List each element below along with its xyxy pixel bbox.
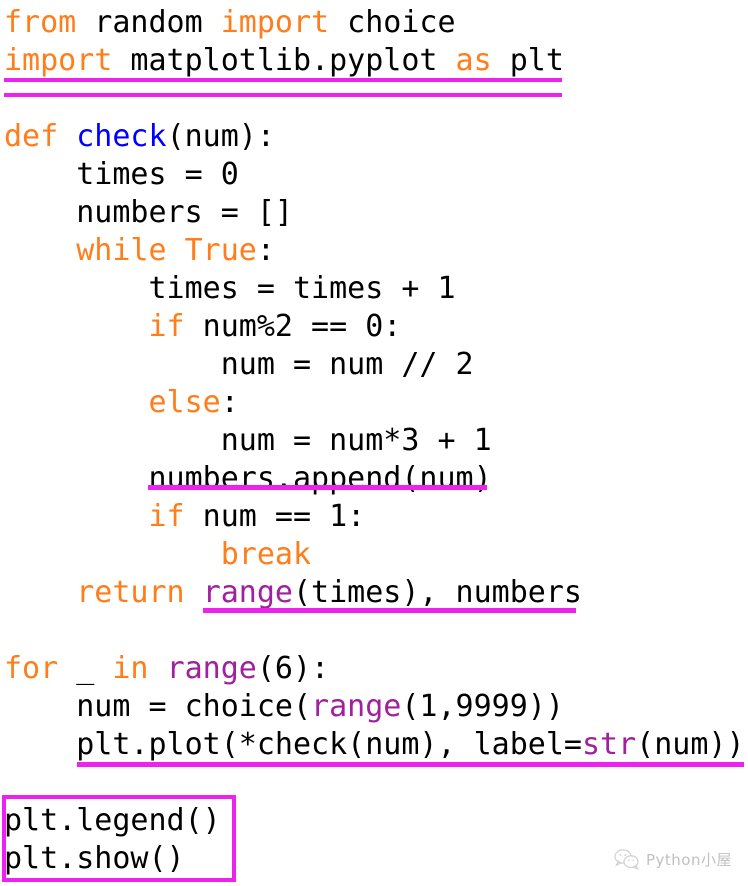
code-line: num = num*3 + 1 [4, 422, 492, 460]
code-line: break [4, 536, 311, 574]
code-token: num = num*3 + 1 [4, 423, 492, 458]
code-token: : [220, 385, 239, 420]
box-legend-show [2, 795, 236, 882]
code-line: numbers.append(num) [4, 460, 492, 498]
code-line: return range(times), numbers [4, 574, 582, 612]
code-canvas: from random import choice import matplotl… [0, 0, 748, 886]
code-token: range [202, 575, 293, 610]
watermark-text: Python小屋 [646, 850, 732, 869]
underline-imports [4, 78, 562, 97]
code-token: matplotlib.pyplot [112, 43, 456, 78]
code-line: plt.plot(*check(num), label=str(num)) [4, 726, 745, 764]
code-line: num = choice(range(1,9999)) [4, 688, 564, 726]
code-line: from random import choice [4, 4, 456, 42]
code-token: choice [329, 5, 456, 40]
code-token: (num): [166, 119, 275, 154]
code-token: (num)) [636, 727, 745, 762]
code-token: as [455, 43, 492, 78]
underline-return [203, 608, 576, 613]
code-token: random [76, 5, 221, 40]
code-line: def check(num): [4, 118, 275, 156]
underline-plot [77, 762, 744, 767]
code-token: plt [491, 43, 564, 78]
code-token: num = num // 2 [4, 347, 474, 382]
code-line: if num%2 == 0: [4, 308, 402, 346]
code-line: num = num // 2 [4, 346, 474, 384]
code-token: plt.plot(*check(num), label= [4, 727, 582, 762]
code-line: times = 0 [4, 156, 239, 194]
code-token: times = times + 1 [4, 271, 456, 306]
code-token: numbers.append(num) [4, 461, 492, 496]
code-token: _ [58, 651, 113, 686]
code-line: for _ in range(6): [4, 650, 329, 688]
code-token: times = 0 [4, 157, 239, 192]
code-line: times = times + 1 [4, 270, 456, 308]
code-token: while True [76, 233, 257, 268]
code-token: return [76, 575, 185, 610]
code-line: numbers = [] [4, 194, 293, 232]
code-token: numbers = [] [4, 195, 293, 230]
code-line: if num == 1: [4, 498, 366, 536]
code-token: num == 1: [184, 499, 366, 534]
code-token: check [76, 119, 167, 154]
code-token: num%2 == 0: [184, 309, 402, 344]
code-token: import [220, 5, 330, 40]
code-token: (times), numbers [293, 575, 582, 610]
code-line: else: [4, 384, 239, 422]
code-token: import [4, 43, 113, 78]
code-token: if [148, 309, 185, 344]
underline-append [148, 485, 487, 490]
code-token: str [581, 727, 637, 762]
code-token: (6): [256, 651, 330, 686]
code-token: (1,9999)) [401, 689, 564, 724]
code-token: from [4, 5, 77, 40]
wechat-bubbles-icon [614, 849, 640, 870]
code-token: num = choice( [4, 689, 312, 724]
code-token: def [4, 119, 59, 154]
code-token: for [4, 651, 59, 686]
code-token: in [112, 651, 149, 686]
code-token: : [256, 233, 275, 268]
code-token: else [148, 385, 221, 420]
code-token: if [148, 499, 185, 534]
code-token: break [220, 537, 312, 572]
code-line: while True: [4, 232, 275, 270]
code-token: range [311, 689, 402, 724]
code-token: range [166, 651, 257, 686]
code-line: import matplotlib.pyplot as plt [4, 42, 564, 80]
watermark: Python小屋 [614, 848, 732, 870]
